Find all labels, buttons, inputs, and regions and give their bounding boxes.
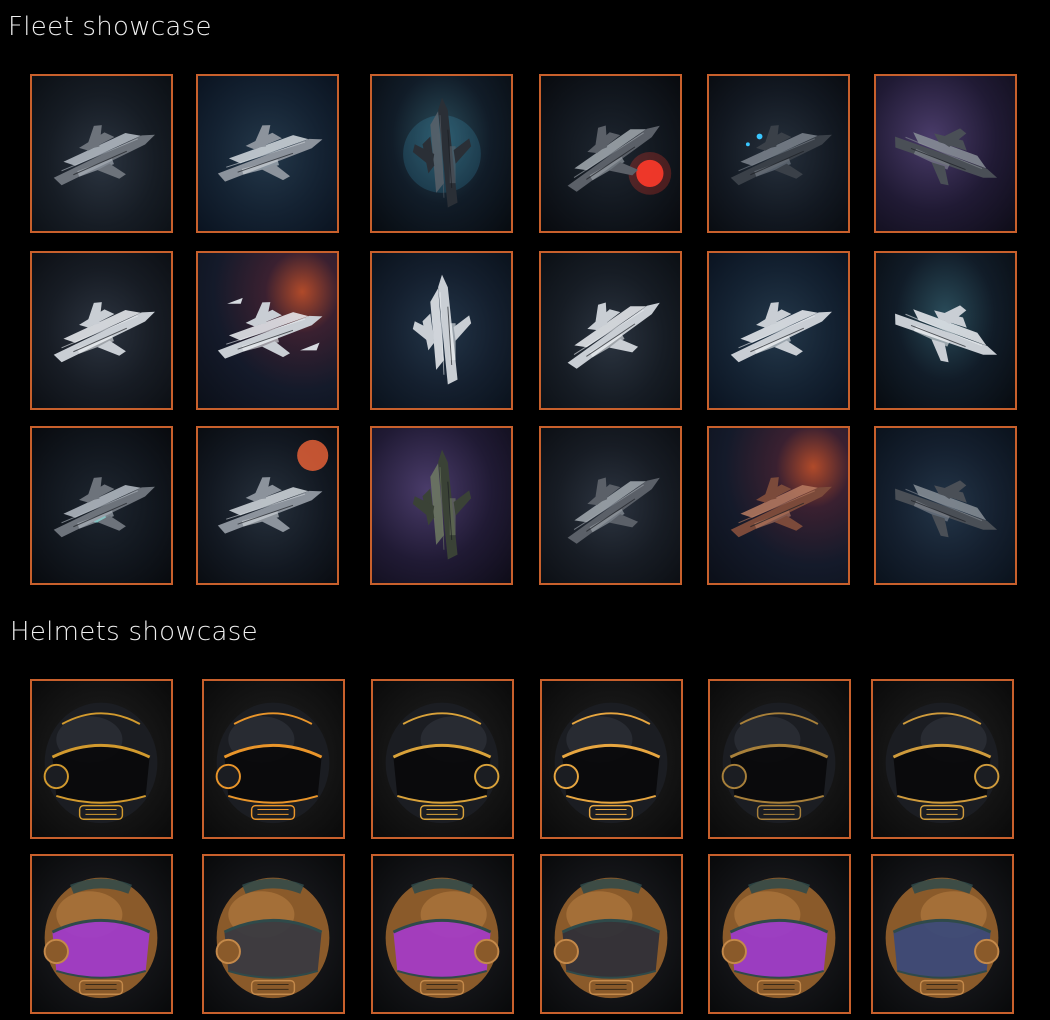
helmet-image xyxy=(32,856,171,1012)
spaceship-image xyxy=(198,253,337,408)
helmet-card[interactable] xyxy=(540,854,683,1014)
helmet-card[interactable] xyxy=(202,679,345,839)
fleet-card[interactable] xyxy=(30,251,173,410)
spaceship-image xyxy=(541,428,680,583)
helmet-card[interactable] xyxy=(30,854,173,1014)
helmet-image xyxy=(710,856,849,1012)
spaceship-image xyxy=(709,428,848,583)
helmets-section-title: Helmets showcase xyxy=(10,617,258,647)
helmet-card[interactable] xyxy=(540,679,683,839)
fleet-card[interactable] xyxy=(370,251,513,410)
helmet-image xyxy=(373,681,512,837)
helmet-card[interactable] xyxy=(30,679,173,839)
helmet-card[interactable] xyxy=(871,854,1014,1014)
fleet-card[interactable] xyxy=(30,74,173,233)
spaceship-image xyxy=(32,428,171,583)
helmet-image xyxy=(873,681,1012,837)
spaceship-image xyxy=(372,76,511,231)
fleet-card[interactable] xyxy=(707,74,850,233)
helmet-image xyxy=(32,681,171,837)
helmet-image xyxy=(204,856,343,1012)
spaceship-image xyxy=(198,76,337,231)
fleet-card[interactable] xyxy=(707,251,850,410)
helmet-image xyxy=(542,681,681,837)
fleet-card[interactable] xyxy=(539,74,682,233)
fleet-card[interactable] xyxy=(707,426,850,585)
spaceship-image xyxy=(709,76,848,231)
fleet-card[interactable] xyxy=(370,74,513,233)
helmet-card[interactable] xyxy=(708,679,851,839)
helmet-image xyxy=(373,856,512,1012)
spaceship-image xyxy=(876,428,1015,583)
fleet-card[interactable] xyxy=(874,74,1017,233)
fleet-card[interactable] xyxy=(196,426,339,585)
spaceship-image xyxy=(709,253,848,408)
spaceship-image xyxy=(541,253,680,408)
helmet-card[interactable] xyxy=(371,679,514,839)
spaceship-image xyxy=(876,253,1015,408)
helmet-card[interactable] xyxy=(371,854,514,1014)
spaceship-image xyxy=(198,428,337,583)
fleet-card[interactable] xyxy=(196,74,339,233)
spaceship-image xyxy=(876,76,1015,231)
fleet-card[interactable] xyxy=(370,426,513,585)
fleet-card[interactable] xyxy=(196,251,339,410)
spaceship-image xyxy=(32,253,171,408)
spaceship-image xyxy=(372,428,511,583)
fleet-section-title: Fleet showcase xyxy=(8,12,212,42)
helmet-image xyxy=(873,856,1012,1012)
spaceship-image xyxy=(372,253,511,408)
fleet-card[interactable] xyxy=(539,251,682,410)
spaceship-image xyxy=(32,76,171,231)
fleet-card[interactable] xyxy=(874,426,1017,585)
helmet-image xyxy=(204,681,343,837)
helmet-card[interactable] xyxy=(202,854,345,1014)
fleet-card[interactable] xyxy=(30,426,173,585)
helmet-image xyxy=(710,681,849,837)
helmet-card[interactable] xyxy=(871,679,1014,839)
fleet-card[interactable] xyxy=(539,426,682,585)
spaceship-image xyxy=(541,76,680,231)
helmet-card[interactable] xyxy=(708,854,851,1014)
helmet-image xyxy=(542,856,681,1012)
fleet-card[interactable] xyxy=(874,251,1017,410)
